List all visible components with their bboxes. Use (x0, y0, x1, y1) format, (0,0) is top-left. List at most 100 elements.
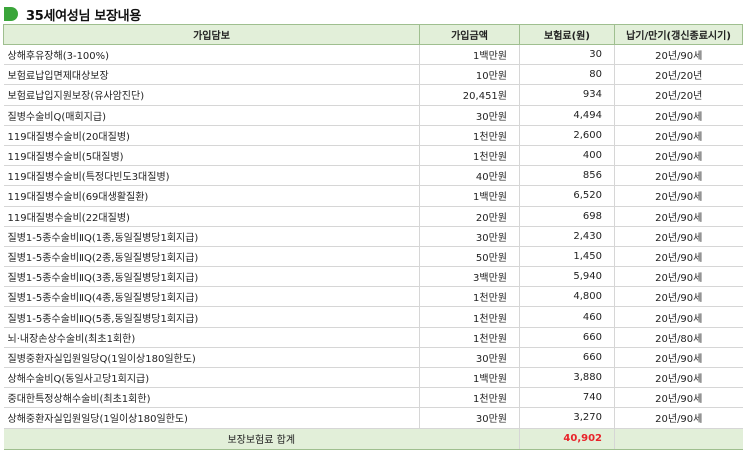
table-row: 질병1-5종수술비ⅡQ(4종,동일질병당1회지급) 1천만원 4,800 20년/90… (3, 286, 743, 308)
coverage-name-cell: 보험료납입지원보장(유사암진단) (3, 84, 420, 106)
coverage-amount-cell: 3백만원 (419, 266, 520, 288)
table-row: 119대질병수술비(특정다빈도3대질병) 40만원 856 20년/90세 (3, 165, 743, 187)
column-header-premium: 보험료(원) (519, 24, 615, 45)
premium-cell: 460 (519, 306, 615, 328)
coverage-name-cell: 119대질병수술비(69대생활질환) (3, 185, 420, 207)
period-cell: 20년/90세 (614, 246, 743, 268)
period-cell: 20년/90세 (614, 347, 743, 369)
premium-cell: 2,600 (519, 125, 615, 146)
period-cell: 20년/90세 (614, 105, 743, 126)
table-row: 119대질병수술비(22대질병) 20만원 698 20년/90세 (3, 206, 743, 227)
premium-cell: 30 (519, 44, 615, 66)
period-cell: 20년/90세 (614, 145, 743, 167)
page-title: 35세여성님 보장내용 (26, 8, 141, 24)
table-row: 질병1-5종수술비ⅡQ(5종,동일질병당1회지급) 1천만원 460 20년/90세 (3, 306, 743, 328)
column-header-coverage: 가입담보 (3, 24, 420, 45)
premium-cell: 698 (519, 206, 615, 227)
section-title: 35세여성님 보장내용 (4, 4, 141, 24)
table-header-row: 가입담보 가입금액 보험료(원) 납기/만기(갱신종료시기) (3, 24, 743, 45)
coverage-name-cell: 119대질병수술비(특정다빈도3대질병) (3, 165, 420, 187)
coverage-amount-cell: 1백만원 (419, 367, 520, 389)
period-cell: 20년/90세 (614, 185, 743, 207)
period-cell: 20년/90세 (614, 367, 743, 389)
table-row: 질병1-5종수술비ⅡQ(3종,동일질병당1회지급) 3백만원 5,940 20년/90… (3, 266, 743, 288)
coverage-amount-cell: 50만원 (419, 246, 520, 268)
coverage-amount-cell: 20,451원 (419, 84, 520, 106)
premium-cell: 80 (519, 64, 615, 86)
period-cell: 20년/90세 (614, 125, 743, 146)
period-cell: 20년/80세 (614, 327, 743, 348)
table-row: 상해수술비Q(동일사고당1회지급) 1백만원 3,880 20년/90세 (3, 367, 743, 389)
coverage-amount-cell: 40만원 (419, 165, 520, 187)
table-row: 질병1-5종수술비ⅡQ(1종,동일질병당1회지급) 30만원 2,430 20년/90… (3, 226, 743, 247)
table-row: 중대한특정상해수술비(최초1회한) 1천만원 740 20년/90세 (3, 387, 743, 409)
table-row: 뇌·내장손상수술비(최초1회한) 1천만원 660 20년/80세 (3, 327, 743, 348)
coverage-amount-cell: 1천만원 (419, 125, 520, 146)
coverage-name-cell: 보험료납입면제대상보장 (3, 64, 420, 86)
coverage-amount-cell: 1천만원 (419, 145, 520, 167)
coverage-amount-cell: 1천만원 (419, 286, 520, 308)
period-cell: 20년/90세 (614, 407, 743, 429)
coverage-name-cell: 119대질병수술비(22대질병) (3, 206, 420, 227)
premium-cell: 3,880 (519, 367, 615, 389)
table-row: 119대질병수술비(20대질병) 1천만원 2,600 20년/90세 (3, 125, 743, 146)
premium-cell: 4,800 (519, 286, 615, 308)
table-row: 119대질병수술비(5대질병) 1천만원 400 20년/90세 (3, 145, 743, 167)
period-cell: 20년/20년 (614, 84, 743, 106)
total-value: 40,902 (519, 427, 615, 450)
total-row: 보장보험료 합계 40,902 (3, 427, 743, 450)
period-cell: 20년/90세 (614, 226, 743, 247)
premium-cell: 3,270 (519, 407, 615, 429)
table-row: 보험료납입지원보장(유사암진단) 20,451원 934 20년/20년 (3, 84, 743, 106)
period-cell: 20년/90세 (614, 387, 743, 409)
coverage-name-cell: 질병1-5종수술비ⅡQ(2종,동일질병당1회지급) (3, 246, 420, 268)
table-row: 질병수술비Q(매회지급) 30만원 4,494 20년/90세 (3, 105, 743, 126)
total-empty-cell (614, 427, 743, 450)
coverage-amount-cell: 30만원 (419, 407, 520, 429)
coverage-amount-cell: 1백만원 (419, 44, 520, 66)
coverage-name-cell: 중대한특정상해수술비(최초1회한) (3, 387, 420, 409)
coverage-name-cell: 상해후유장해(3-100%) (3, 44, 420, 66)
column-header-amount: 가입금액 (419, 24, 520, 45)
premium-cell: 660 (519, 347, 615, 369)
premium-cell: 5,940 (519, 266, 615, 288)
table-row: 119대질병수술비(69대생활질환) 1백만원 6,520 20년/90세 (3, 185, 743, 207)
premium-cell: 934 (519, 84, 615, 106)
coverage-amount-cell: 1천만원 (419, 306, 520, 328)
coverage-amount-cell: 10만원 (419, 64, 520, 86)
coverage-table: 가입담보 가입금액 보험료(원) 납기/만기(갱신종료시기) 상해후유장해(3-… (3, 24, 743, 450)
premium-cell: 400 (519, 145, 615, 167)
coverage-amount-cell: 30만원 (419, 105, 520, 126)
coverage-name-cell: 상해중환자실입원일당(1일이상180일한도) (3, 407, 420, 429)
coverage-name-cell: 질병수술비Q(매회지급) (3, 105, 420, 126)
table-row: 보험료납입면제대상보장 10만원 80 20년/20년 (3, 64, 743, 86)
coverage-name-cell: 119대질병수술비(5대질병) (3, 145, 420, 167)
coverage-name-cell: 질병1-5종수술비ⅡQ(3종,동일질병당1회지급) (3, 266, 420, 288)
column-header-period: 납기/만기(갱신종료시기) (614, 24, 743, 45)
premium-cell: 740 (519, 387, 615, 409)
coverage-name-cell: 질병1-5종수술비ⅡQ(5종,동일질병당1회지급) (3, 306, 420, 328)
total-label: 보장보험료 합계 (3, 427, 520, 450)
table-row: 상해후유장해(3-100%) 1백만원 30 20년/90세 (3, 44, 743, 66)
premium-cell: 856 (519, 165, 615, 187)
coverage-name-cell: 상해수술비Q(동일사고당1회지급) (3, 367, 420, 389)
table-row: 상해중환자실입원일당(1일이상180일한도) 30만원 3,270 20년/90세 (3, 407, 743, 429)
premium-cell: 660 (519, 327, 615, 348)
coverage-name-cell: 질병중환자실입원일당Q(1일이상180일한도) (3, 347, 420, 369)
period-cell: 20년/90세 (614, 266, 743, 288)
coverage-name-cell: 뇌·내장손상수술비(최초1회한) (3, 327, 420, 348)
table-row: 질병중환자실입원일당Q(1일이상180일한도) 30만원 660 20년/90세 (3, 347, 743, 369)
period-cell: 20년/90세 (614, 165, 743, 187)
table-row: 질병1-5종수술비ⅡQ(2종,동일질병당1회지급) 50만원 1,450 20년/90… (3, 246, 743, 268)
title-marker-icon (4, 7, 18, 21)
period-cell: 20년/90세 (614, 206, 743, 227)
premium-cell: 4,494 (519, 105, 615, 126)
coverage-amount-cell: 1천만원 (419, 327, 520, 348)
period-cell: 20년/90세 (614, 44, 743, 66)
coverage-amount-cell: 1천만원 (419, 387, 520, 409)
coverage-amount-cell: 30만원 (419, 226, 520, 247)
coverage-amount-cell: 20만원 (419, 206, 520, 227)
coverage-name-cell: 119대질병수술비(20대질병) (3, 125, 420, 146)
coverage-name-cell: 질병1-5종수술비ⅡQ(4종,동일질병당1회지급) (3, 286, 420, 308)
premium-cell: 1,450 (519, 246, 615, 268)
